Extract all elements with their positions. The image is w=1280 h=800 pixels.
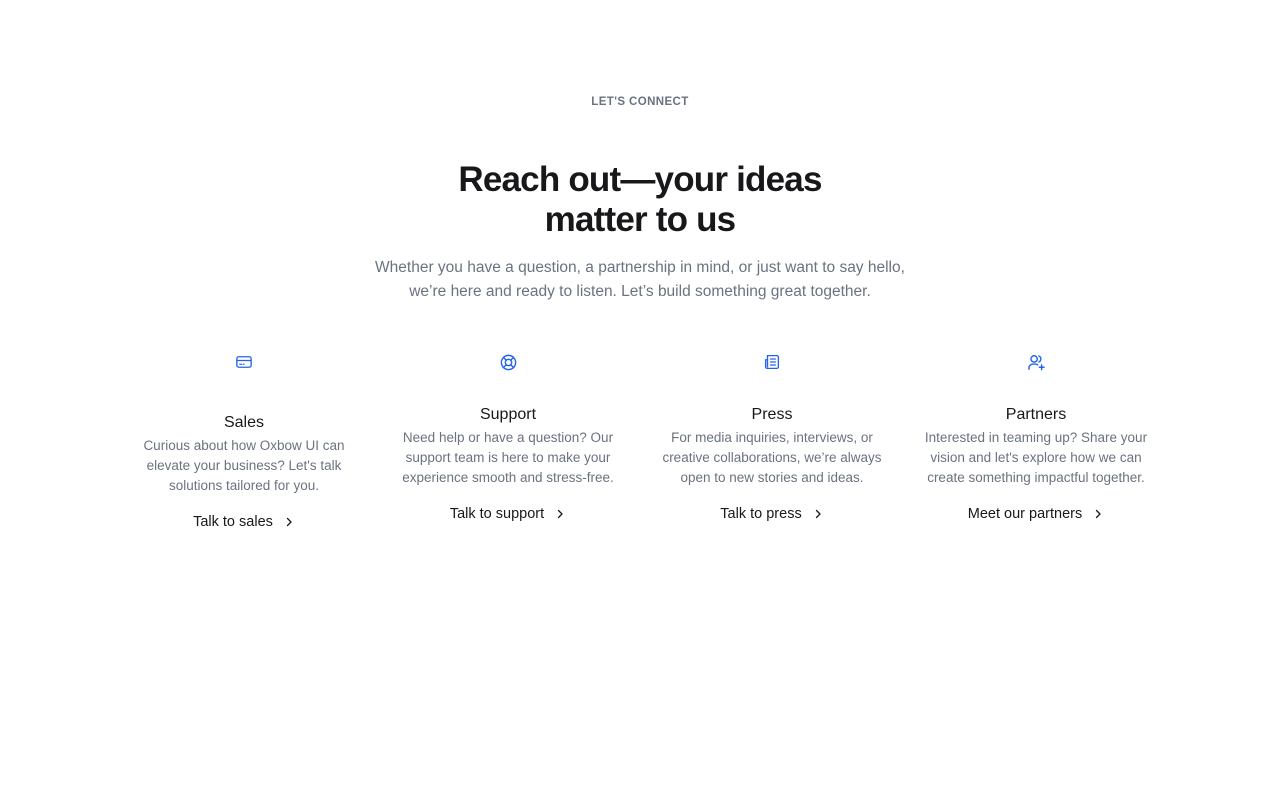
user-plus-icon bbox=[1024, 350, 1048, 374]
talk-to-support-link[interactable]: Talk to support bbox=[450, 504, 566, 524]
link-label: Talk to press bbox=[720, 506, 802, 522]
link-label: Talk to sales bbox=[193, 514, 273, 530]
card-description: Need help or have a question? Our suppor… bbox=[402, 430, 614, 485]
contact-card-press: Press For media inquiries, interviews, o… bbox=[656, 350, 888, 524]
card-description: For media inquiries, interviews, or crea… bbox=[662, 430, 882, 485]
contact-card-partners: Partners Interested in teaming up? Share… bbox=[920, 350, 1152, 524]
talk-to-sales-link[interactable]: Talk to sales bbox=[193, 512, 295, 532]
meet-our-partners-link[interactable]: Meet our partners bbox=[968, 504, 1104, 524]
credit-card-icon bbox=[232, 350, 256, 374]
talk-to-press-link[interactable]: Talk to press bbox=[720, 504, 823, 524]
lifebuoy-icon bbox=[496, 350, 520, 374]
card-description: Curious about how Oxbow UI can elevate y… bbox=[143, 438, 345, 493]
page-subtitle: Whether you have a question, a partnersh… bbox=[375, 259, 905, 300]
link-label: Talk to support bbox=[449, 506, 545, 522]
contact-section: LET'S CONNECT Reach out—your ideas matte… bbox=[0, 0, 1280, 800]
card-title: Sales bbox=[223, 414, 265, 431]
newspaper-icon bbox=[760, 350, 784, 374]
link-label: Meet our partners bbox=[967, 506, 1083, 522]
page-title: Reach out—your ideas matter to us bbox=[458, 160, 822, 239]
card-description: Interested in teaming up? Share your vis… bbox=[924, 430, 1148, 485]
chevron-right-icon bbox=[286, 517, 292, 527]
card-title: Partners bbox=[1005, 406, 1067, 423]
card-title: Press bbox=[751, 406, 793, 423]
chevron-right-icon bbox=[815, 509, 821, 519]
chevron-right-icon bbox=[558, 509, 563, 519]
chevron-right-icon bbox=[1096, 509, 1101, 519]
card-title: Support bbox=[479, 406, 537, 423]
contact-card-sales: Sales Curious about how Oxbow UI can ele… bbox=[128, 350, 360, 532]
eyebrow-label: LET'S CONNECT bbox=[591, 96, 689, 108]
contact-card-support: Support Need help or have a question? Ou… bbox=[392, 350, 624, 524]
